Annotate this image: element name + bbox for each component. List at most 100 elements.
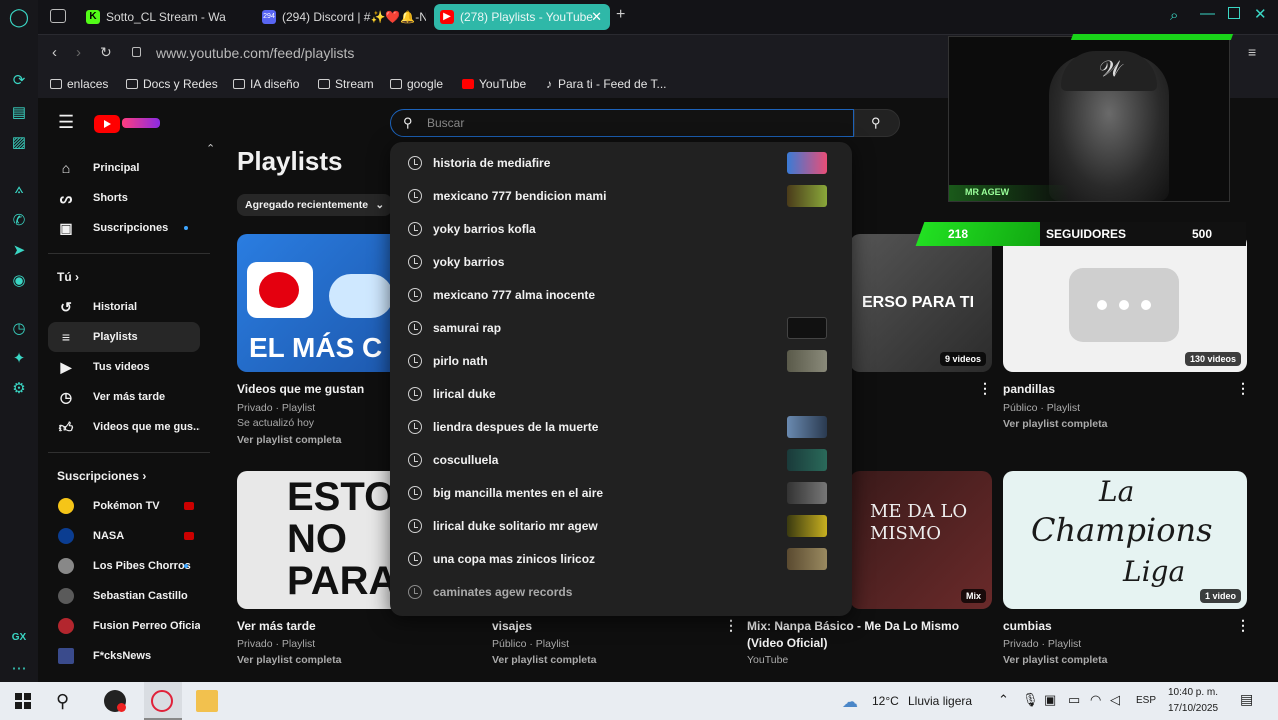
minimize-icon[interactable]: — [1200, 5, 1215, 22]
battery-icon[interactable]: ▭ [1068, 692, 1080, 708]
sidebar-item-ver-mas-tarde[interactable]: ◷ Ver más tarde [48, 382, 200, 412]
sidebar-item-historial[interactable]: ↺ Historial [48, 292, 200, 322]
sidebar-item-suscripciones[interactable]: ▣ Suscripciones [48, 213, 200, 243]
bookmark-youtube[interactable]: YouTube [462, 77, 526, 91]
playlist-title[interactable]: visajes [492, 619, 532, 633]
search-box[interactable]: ⚲ Buscar [390, 109, 854, 137]
history-rail-icon[interactable]: ◷ [8, 318, 30, 340]
suggestion-item[interactable]: mexicano 777 alma inocente [390, 279, 852, 312]
bookmark-google[interactable]: google [390, 77, 443, 91]
weather-icon[interactable]: ☁ [842, 692, 858, 712]
sidebar-header-tu[interactable]: Tú › [57, 270, 79, 284]
playlist-title[interactable]: Mix: Nanpa Básico - Me Da Lo Mismo [747, 619, 959, 633]
sidebar-sub-fcksnews[interactable]: F*cksNews [48, 641, 200, 671]
sidebar-item-playlists[interactable]: ≡ Playlists [48, 322, 200, 352]
view-playlist-link[interactable]: Ver playlist completa [237, 434, 341, 446]
gx-label[interactable]: GX [8, 627, 30, 649]
bookmark-tiktok[interactable]: ♪ Para ti - Feed de T... [546, 77, 667, 91]
suggestion-item[interactable]: una copa mas zinicos liricoz [390, 543, 852, 576]
suggestion-item[interactable]: liendra despues de la muerte [390, 411, 852, 444]
view-playlist-link[interactable]: Ver playlist completa [237, 654, 341, 666]
volume-icon[interactable]: ◁ [1110, 692, 1120, 708]
chevron-up-icon[interactable]: ⌃ [206, 142, 215, 155]
bookmark-docs[interactable]: Docs y Redes [126, 77, 218, 91]
sidebar-sub-pibes[interactable]: Los Pibes Chorros [48, 551, 200, 581]
back-icon[interactable]: ‹ [52, 44, 57, 61]
tab-overview-icon[interactable] [50, 9, 66, 23]
maximize-icon[interactable] [1228, 7, 1240, 19]
more-rail-icon[interactable]: ⋯ [8, 658, 30, 680]
playlist-title[interactable]: Ver más tarde [237, 619, 316, 633]
url-field[interactable]: www.youtube.com/feed/playlists [156, 45, 354, 61]
bookmark-enlaces[interactable]: enlaces [50, 77, 108, 91]
weather-desc[interactable]: Lluvia ligera [908, 694, 972, 708]
forward-icon[interactable]: › [76, 44, 81, 61]
suggestion-item[interactable]: cosculluela [390, 444, 852, 477]
sidebar-sub-nasa[interactable]: NASA [48, 521, 200, 551]
weather-temp[interactable]: 12°C [872, 694, 899, 708]
chevron-up-icon[interactable]: ⌃ [998, 692, 1009, 708]
view-playlist-link[interactable]: Ver playlist completa [492, 654, 596, 666]
sidebar-item-liked[interactable]: 👍︎ Videos que me gus... [48, 412, 200, 442]
sidebar-item-principal[interactable]: ⌂ Principal [48, 153, 200, 183]
discord-icon[interactable]: ◉ [8, 270, 30, 292]
close-tab-icon[interactable]: ✕ [591, 4, 602, 30]
suggestion-item[interactable]: pirlo nath [390, 345, 852, 378]
playlist-title[interactable]: pandillas [1003, 382, 1055, 396]
aria-icon[interactable]: ⟑ [8, 178, 30, 200]
obs-icon[interactable] [104, 690, 126, 712]
more-options-icon[interactable]: ⋮ [1236, 617, 1250, 634]
suggestion-item[interactable]: historia de mediafire [390, 147, 852, 180]
clock-date[interactable]: 17/10/2025 [1168, 703, 1218, 714]
suggestion-item[interactable]: mexicano 777 bendicion mami [390, 180, 852, 213]
sidebar-sub-sebastian[interactable]: Sebastian Castillo [48, 581, 200, 611]
search-tabs-icon[interactable]: ⌕ [1170, 7, 1178, 24]
suggestion-item[interactable]: samurai rap [390, 312, 852, 345]
speed-dial-icon[interactable]: ⟳ [8, 70, 30, 92]
suggestion-item[interactable]: yoky barrios [390, 246, 852, 279]
language-indicator[interactable]: ESP [1136, 695, 1156, 706]
telegram-icon[interactable]: ➤ [8, 240, 30, 262]
view-playlist-link[interactable]: Ver playlist completa [1003, 418, 1107, 430]
bookmark-ia[interactable]: IA diseño [233, 77, 299, 91]
cleaner-icon[interactable]: ▨ [8, 132, 30, 154]
more-options-icon[interactable]: ⋮ [978, 380, 992, 397]
search-input[interactable]: Buscar [427, 116, 464, 130]
sort-dropdown[interactable]: Agregado recientemente ⌄ [237, 194, 393, 216]
whatsapp-icon[interactable]: ✆ [8, 210, 30, 232]
youtube-logo-icon[interactable] [94, 115, 120, 133]
notifications-icon[interactable]: ▤ [1240, 691, 1253, 708]
playlist-title[interactable]: Videos que me gustan [237, 382, 364, 396]
tab-youtube-active[interactable]: ▶ (278) Playlists - YouTube ✕ [434, 4, 610, 30]
sidebar-header-suscripciones[interactable]: Suscripciones › [57, 469, 146, 483]
tab-kick[interactable]: K Sotto_CL Stream - Wa [80, 4, 242, 30]
extensions-icon[interactable]: ✦ [8, 348, 30, 370]
suggestion-item[interactable]: big mancilla mentes en el aire [390, 477, 852, 510]
new-tab-icon[interactable]: + [616, 6, 625, 24]
suggestion-item[interactable]: lirical duke [390, 378, 852, 411]
opera-gx-icon[interactable] [151, 690, 173, 712]
windows-start-icon[interactable] [12, 690, 34, 712]
bookmark-stream[interactable]: Stream [318, 77, 374, 91]
thumbnail-cumbias[interactable]: La Champions Liga 1 video [1003, 471, 1247, 609]
suggestion-item[interactable]: lirical duke solitario mr agew [390, 510, 852, 543]
sidebar-item-tus-videos[interactable]: ▶ Tus videos [48, 352, 200, 382]
sidebar-sub-fusion[interactable]: Fusion Perreo Oficial [48, 611, 200, 641]
sidebar-sub-pokemon[interactable]: Pokémon TV [48, 491, 200, 521]
reload-icon[interactable]: ↻ [100, 44, 112, 61]
tab-discord[interactable]: 294 (294) Discord | #✨❤️🔔-NO [256, 4, 426, 30]
playlist-title-line2[interactable]: (Video Oficial) [747, 636, 827, 650]
more-options-icon[interactable]: ⋮ [724, 617, 738, 634]
playlist-title[interactable]: cumbias [1003, 619, 1052, 633]
suggestion-item[interactable]: yoky barrios kofla [390, 213, 852, 246]
thumbnail-mix[interactable]: ME DA LO MISMO Mix [850, 471, 992, 609]
lock-icon[interactable] [132, 47, 141, 57]
suggestion-item[interactable]: caminates agew records [390, 576, 852, 609]
search-icon[interactable]: ⚲ [56, 690, 78, 712]
thumbnail-pandillas[interactable]: 130 videos [1003, 234, 1247, 372]
flow-icon[interactable]: ▤ [8, 102, 30, 124]
close-window-icon[interactable]: ✕ [1254, 5, 1267, 23]
display-icon[interactable]: ▣ [1044, 692, 1056, 708]
sidebar-item-shorts[interactable]: ᔕ Shorts [48, 183, 200, 213]
settings-rail-icon[interactable]: ⚙ [8, 378, 30, 400]
